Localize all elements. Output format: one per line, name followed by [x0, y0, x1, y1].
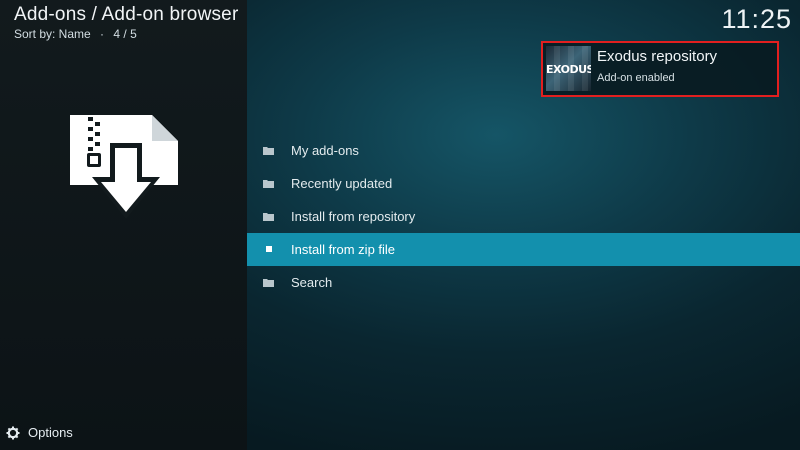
folder-icon — [263, 147, 274, 155]
menu-item-label: Install from repository — [291, 209, 416, 224]
menu-item-search[interactable]: Search — [247, 266, 800, 299]
menu-item-install-from-repository[interactable]: Install from repository — [247, 200, 800, 233]
menu-item-recently-updated[interactable]: Recently updated — [247, 167, 800, 200]
menu-item-my-addons[interactable]: My add-ons — [247, 134, 800, 167]
left-panel: Add-ons / Add-on browser Sort by: Name ·… — [0, 0, 247, 450]
separator: · — [100, 27, 105, 41]
notification-toast: EXODUS Exodus repository Add-on enabled — [541, 41, 779, 97]
zip-download-icon — [70, 115, 178, 219]
options-button[interactable]: Options — [6, 425, 73, 440]
breadcrumb: Add-ons / Add-on browser — [14, 4, 239, 25]
folder-icon — [263, 213, 274, 221]
menu-item-label: Recently updated — [291, 176, 393, 191]
square-icon — [266, 246, 272, 252]
menu-item-label: Search — [291, 275, 333, 290]
folder-icon — [263, 279, 274, 287]
gear-icon — [6, 426, 20, 439]
header: Add-ons / Add-on browser Sort by: Name ·… — [14, 4, 238, 41]
thumbnail-logo-text: EXODUS — [546, 63, 591, 76]
menu-item-label: Install from zip file — [291, 242, 396, 257]
sort-label: Sort by: Name — [14, 27, 91, 41]
item-position: 4 / 5 — [113, 27, 137, 41]
addon-menu: My add-ons Recently updated Install from… — [247, 134, 800, 299]
sort-info: Sort by: Name · 4 / 5 — [14, 27, 238, 41]
notification-message: Add-on enabled — [597, 72, 675, 84]
menu-item-install-from-zip-file[interactable]: Install from zip file — [247, 233, 800, 266]
exodus-thumbnail: EXODUS — [546, 46, 591, 91]
menu-item-label: My add-ons — [291, 143, 359, 158]
options-label: Options — [28, 425, 73, 440]
folder-icon — [263, 180, 274, 188]
notification-title: Exodus repository — [597, 48, 718, 65]
clock: 11:25 — [721, 4, 792, 34]
